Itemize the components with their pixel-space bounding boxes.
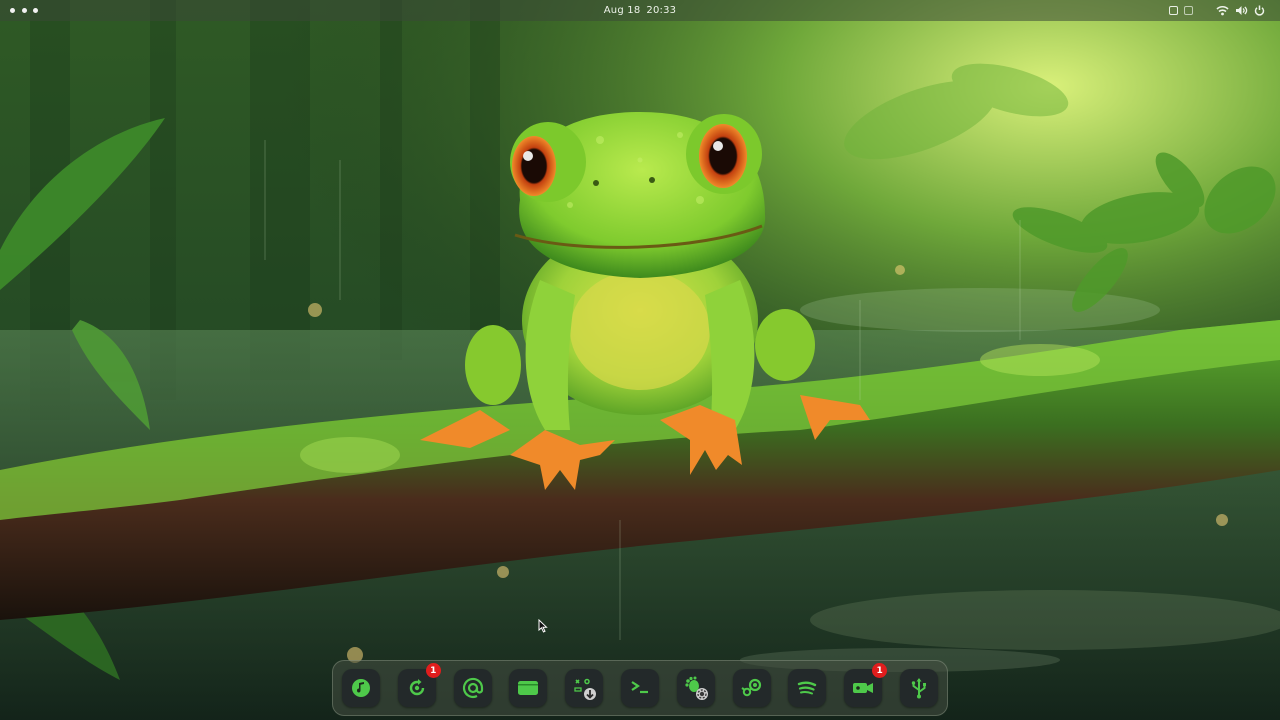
dock-item-terminal[interactable] [620,669,659,707]
dock-item-software-update[interactable]: 1 [397,663,441,707]
activities-button[interactable] [10,0,38,21]
email-at-icon [462,677,483,699]
dock-item-email[interactable] [453,669,492,707]
system-menu-button[interactable] [1216,0,1265,21]
gamepad-download-icon [574,678,597,700]
usb-icon [911,678,926,699]
dock-item-window-app[interactable] [509,669,548,707]
dock: 1 1 [332,660,948,716]
dock-item-steam[interactable] [732,669,771,707]
dock-item-gnome-settings[interactable] [676,669,715,707]
dock-item-game-manager[interactable] [565,669,604,707]
clock-button[interactable]: Aug 18 20:33 [560,0,720,21]
dock-item-video-call[interactable]: 1 [844,663,888,707]
tray-indicators [1169,0,1193,21]
audio-player-icon [352,679,370,697]
mouse-cursor-icon [538,619,548,633]
dock-item-usb-manager[interactable] [899,669,938,707]
dots-icon [33,8,38,13]
dock-item-audio-player[interactable] [342,669,380,707]
spotify-icon [798,681,817,695]
power-icon [1254,5,1265,16]
notification-badge: 1 [425,663,441,678]
clipboard-icon[interactable] [1184,6,1193,15]
window-icon [518,681,539,695]
update-icon [409,679,424,696]
wallpaper-image [0,0,1280,720]
screen-icon[interactable] [1169,6,1178,15]
video-camera-icon [853,683,874,693]
steam-icon [741,678,761,697]
dots-icon [21,8,27,13]
dots-icon [10,8,15,13]
dock-item-spotify[interactable] [788,669,827,707]
terminal-icon [631,681,648,694]
clock-time: 20:33 [646,5,677,16]
notification-badge: 1 [872,663,888,678]
desktop: Aug 18 20:33 1 1 [0,0,1280,720]
gnome-settings-icon [685,676,708,700]
volume-icon [1236,6,1248,15]
wifi-icon [1216,5,1229,16]
clock-date: Aug 18 [603,5,641,16]
top-bar: Aug 18 20:33 [0,0,1280,21]
